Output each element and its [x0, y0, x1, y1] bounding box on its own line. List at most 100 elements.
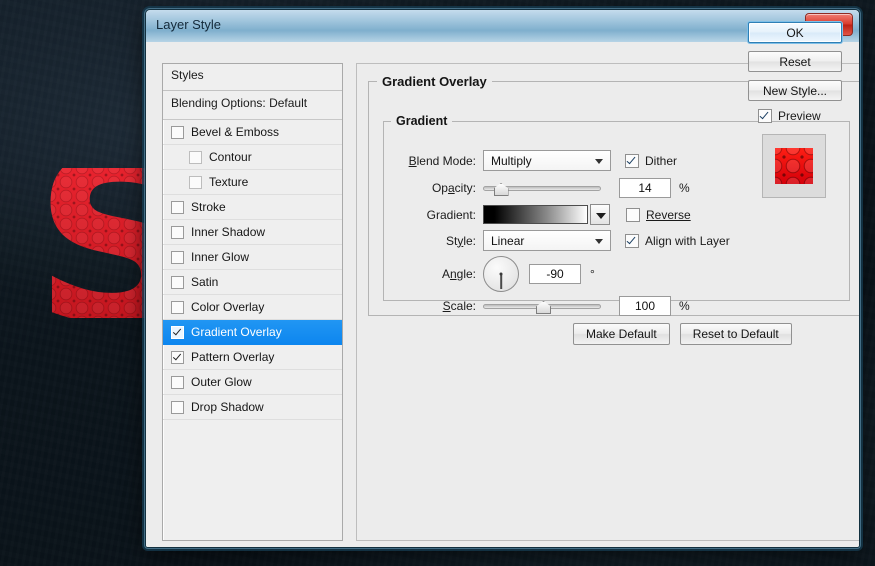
styles-list-panel: Styles Blending Options: Default Bevel &… [162, 63, 343, 541]
style-row: Style: Linear Align with Layer [390, 230, 730, 251]
style-row-label: Texture [209, 175, 248, 189]
blending-options-row[interactable]: Blending Options: Default [163, 91, 342, 120]
align-with-layer-checkbox-box [625, 234, 639, 248]
preview-checkbox[interactable]: Preview [758, 109, 821, 123]
opacity-unit: % [679, 181, 690, 195]
style-row-satin[interactable]: Satin [163, 270, 342, 295]
style-row-label: Bevel & Emboss [191, 125, 279, 139]
style-row-drop-shadow[interactable]: Drop Shadow [163, 395, 342, 420]
style-row-label: Satin [191, 275, 218, 289]
style-label: Style: [390, 234, 483, 248]
align-with-layer-label: Align with Layer [645, 234, 730, 248]
angle-label: Angle: [390, 267, 483, 281]
make-default-button[interactable]: Make Default [573, 323, 670, 345]
style-row-checkbox[interactable] [189, 151, 202, 164]
style-row-texture[interactable]: Texture [163, 170, 342, 195]
angle-dial-needle [500, 274, 502, 289]
reverse-checkbox[interactable]: Reverse [626, 208, 691, 222]
gradient-label: Gradient: [390, 208, 483, 222]
gradient-group-title: Gradient [391, 114, 452, 128]
style-row-color-overlay[interactable]: Color Overlay [163, 295, 342, 320]
style-row-label: Inner Shadow [191, 225, 265, 239]
ok-button[interactable]: OK [748, 22, 842, 43]
angle-dial-hub [500, 273, 503, 276]
opacity-slider-thumb[interactable] [494, 183, 509, 196]
reset-to-default-button[interactable]: Reset to Default [680, 323, 792, 345]
style-row-checkbox[interactable] [171, 326, 184, 339]
styles-rows: Bevel & Emboss Contour Texture Stroke Inner … [163, 120, 342, 420]
angle-unit: ° [590, 267, 595, 281]
scale-label: Scale: [390, 299, 483, 313]
blend-mode-select[interactable]: Multiply [483, 150, 611, 171]
style-select[interactable]: Linear [483, 230, 611, 251]
style-row-stroke[interactable]: Stroke [163, 195, 342, 220]
style-row-pattern-overlay[interactable]: Pattern Overlay [163, 345, 342, 370]
styles-header: Styles [163, 64, 342, 91]
gradient-dropdown-icon[interactable] [590, 204, 610, 225]
reverse-checkbox-box [626, 208, 640, 222]
reverse-label: Reverse [646, 208, 691, 222]
style-value: Linear [491, 234, 524, 248]
style-row-checkbox[interactable] [171, 401, 184, 414]
gradient-swatch[interactable] [483, 205, 588, 224]
preview-label: Preview [778, 109, 821, 123]
style-row-bevel-emboss[interactable]: Bevel & Emboss [163, 120, 342, 145]
opacity-slider[interactable] [483, 180, 601, 196]
chevron-down-icon [595, 239, 603, 244]
angle-input[interactable]: -90 [529, 264, 581, 284]
dither-checkbox-box [625, 154, 639, 168]
blend-mode-value: Multiply [491, 154, 532, 168]
style-row-label: Gradient Overlay [191, 325, 282, 339]
style-row-contour[interactable]: Contour [163, 145, 342, 170]
style-row-checkbox[interactable] [189, 176, 202, 189]
style-row-label: Pattern Overlay [191, 350, 274, 364]
style-row-label: Inner Glow [191, 250, 249, 264]
scale-slider-thumb[interactable] [536, 301, 551, 314]
screen: S Layer Style x Styles Blending Options:… [0, 0, 875, 566]
style-row-checkbox[interactable] [171, 376, 184, 389]
scale-slider[interactable] [483, 298, 601, 314]
blend-mode-row: Blend Mode: Multiply Dither [390, 150, 677, 171]
preview-checkbox-box [758, 109, 772, 123]
chevron-down-icon [595, 159, 603, 164]
new-style-button[interactable]: New Style... [748, 80, 842, 101]
angle-row: Angle: -90 ° [390, 256, 595, 292]
scale-input[interactable]: 100 [619, 296, 671, 316]
reset-button[interactable]: Reset [748, 51, 842, 72]
style-row-checkbox[interactable] [171, 301, 184, 314]
style-row-label: Outer Glow [191, 375, 252, 389]
angle-dial[interactable] [483, 256, 519, 292]
style-row-inner-shadow[interactable]: Inner Shadow [163, 220, 342, 245]
align-with-layer-checkbox[interactable]: Align with Layer [625, 234, 730, 248]
preview-thumbnail [762, 134, 826, 198]
blend-mode-label: Blend Mode: [390, 154, 483, 168]
opacity-input[interactable]: 14 [619, 178, 671, 198]
style-row-label: Contour [209, 150, 252, 164]
opacity-label: Opacity: [390, 181, 483, 195]
gradient-picker[interactable] [483, 204, 610, 225]
opacity-row: Opacity: 14 % [390, 178, 690, 198]
style-row-outer-glow[interactable]: Outer Glow [163, 370, 342, 395]
preview-swatch [775, 148, 813, 184]
style-row-checkbox[interactable] [171, 276, 184, 289]
dither-checkbox[interactable]: Dither [625, 154, 677, 168]
style-row-checkbox[interactable] [171, 201, 184, 214]
style-row-checkbox[interactable] [171, 351, 184, 364]
scale-unit: % [679, 299, 690, 313]
dialog-action-column: OK Reset New Style... Preview [748, 22, 844, 198]
default-buttons: Make Default Reset to Default [573, 323, 792, 345]
style-row-inner-glow[interactable]: Inner Glow [163, 245, 342, 270]
gradient-row: Gradient: Reverse [390, 204, 691, 225]
gradient-overlay-title: Gradient Overlay [377, 74, 492, 89]
style-row-label: Stroke [191, 200, 226, 214]
scale-row: Scale: 100 % [390, 296, 690, 316]
style-row-label: Drop Shadow [191, 400, 264, 414]
style-row-checkbox[interactable] [171, 126, 184, 139]
style-row-checkbox[interactable] [171, 251, 184, 264]
dialog-title: Layer Style [156, 17, 221, 32]
preview-row: Preview [758, 109, 844, 128]
style-row-checkbox[interactable] [171, 226, 184, 239]
style-row-label: Color Overlay [191, 300, 264, 314]
dither-label: Dither [645, 154, 677, 168]
style-row-gradient-overlay[interactable]: Gradient Overlay [163, 320, 342, 345]
